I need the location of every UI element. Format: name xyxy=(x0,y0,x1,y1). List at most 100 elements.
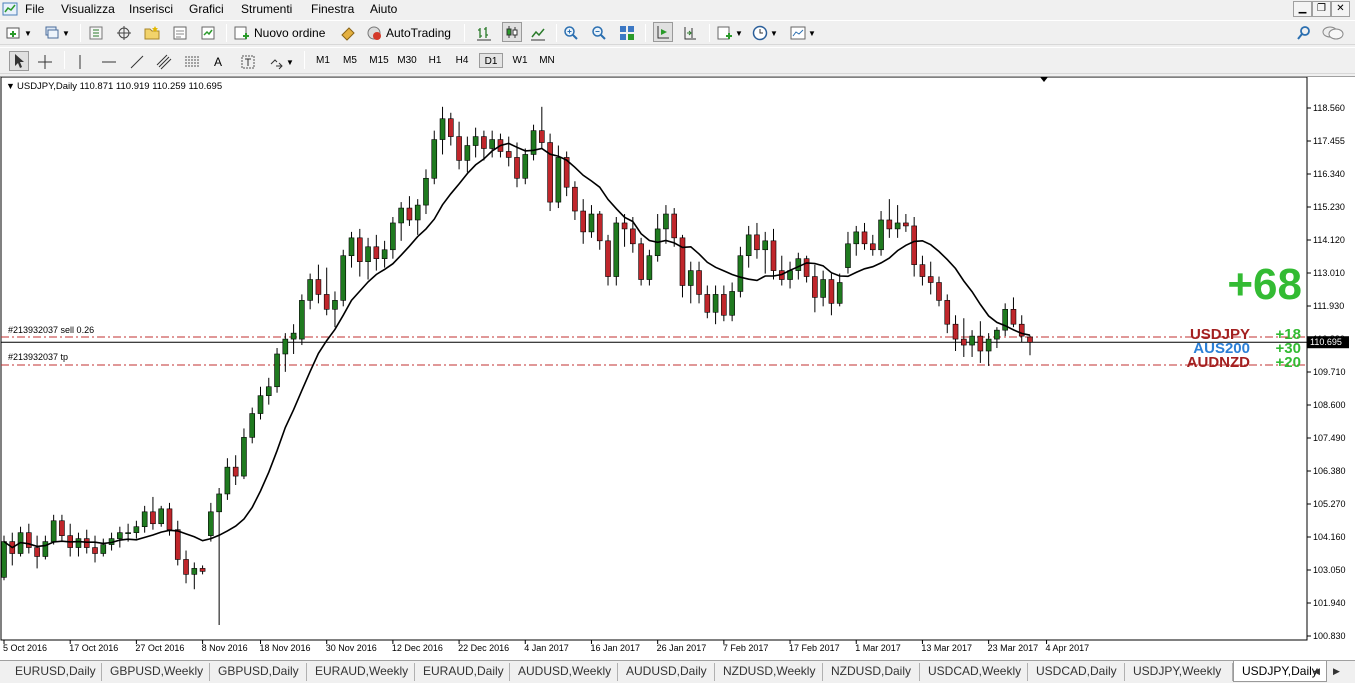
market-watch-icon xyxy=(89,26,103,40)
symbol-profit-value: +20 xyxy=(1276,354,1301,371)
bar-chart-icon xyxy=(477,27,491,41)
autotrading-button[interactable]: AutoTrading xyxy=(366,23,451,43)
metaeditor-button[interactable] xyxy=(340,23,356,43)
tile-windows-button[interactable] xyxy=(619,23,635,43)
chart-header-arrow-icon: ▼ xyxy=(6,81,15,91)
profiles-button[interactable]: ▼ xyxy=(44,23,70,43)
menu-tools[interactable]: Strumenti xyxy=(241,2,292,16)
chart-tab[interactable]: AUDUSD,Daily xyxy=(618,663,715,681)
text-tool[interactable]: A xyxy=(214,52,222,72)
tab-scroll-right-icon[interactable]: ▶ xyxy=(1333,663,1340,681)
new-order-icon xyxy=(234,26,249,40)
chart-tab[interactable]: EURUSD,Daily xyxy=(7,663,102,681)
tp-line-label: #213932037 tp xyxy=(8,352,68,362)
chart-tab[interactable]: EURAUD,Weekly xyxy=(307,663,415,681)
metaeditor-icon xyxy=(341,27,355,41)
chart-header: USDJPY,Daily 110.871 110.919 110.259 110… xyxy=(17,81,222,92)
price-tick-label: 113.010 xyxy=(1313,268,1345,278)
date-tick-label: 17 Feb 2017 xyxy=(789,643,840,653)
market-watch-button[interactable] xyxy=(88,23,104,43)
menu-window[interactable]: Finestra xyxy=(311,2,354,16)
timeframe-d1[interactable]: D1 xyxy=(479,53,503,68)
dropdown-arrow-icon: ▼ xyxy=(286,57,294,67)
timeframe-mn[interactable]: MN xyxy=(535,53,559,68)
chart-tab[interactable]: EURAUD,Daily xyxy=(415,663,510,681)
chart-tab[interactable]: AUDUSD,Weekly xyxy=(510,663,618,681)
menu-help[interactable]: Aiuto xyxy=(370,2,397,16)
text-label-tool[interactable] xyxy=(240,52,256,72)
horizontal-line-tool[interactable] xyxy=(101,52,117,72)
symbol-profit-name: AUDNZD xyxy=(1187,354,1250,371)
auto-scroll-button[interactable] xyxy=(653,22,673,42)
candlestick-button[interactable] xyxy=(502,22,522,42)
bar-chart-button[interactable] xyxy=(476,23,492,43)
equidistant-channel-tool[interactable] xyxy=(156,52,172,72)
chart-tab[interactable]: NZDUSD,Daily xyxy=(823,663,920,681)
search-button[interactable] xyxy=(1296,23,1312,43)
new-order-button[interactable]: Nuovo ordine xyxy=(234,23,325,43)
date-tick-label: 4 Jan 2017 xyxy=(524,643,569,653)
autotrading-label: AutoTrading xyxy=(386,26,451,40)
new-chart-button[interactable]: ▼ xyxy=(6,23,32,43)
chart-tab[interactable]: NZDUSD,Weekly xyxy=(715,663,823,681)
candlestick-icon xyxy=(506,26,518,38)
price-chart[interactable]: 118.560 117.455 116.340 115.230 114.120 113.0… xyxy=(0,77,1355,661)
chart-tab[interactable]: GBPUSD,Daily xyxy=(210,663,307,681)
date-tick-label: 7 Feb 2017 xyxy=(723,643,769,653)
order-line-label: #213932037 sell 0.26 xyxy=(8,325,94,335)
tab-scroll-left-icon[interactable]: ◀ xyxy=(1313,663,1320,681)
navigator-button[interactable] xyxy=(144,23,160,43)
close-button[interactable]: ✕ xyxy=(1331,1,1350,17)
chart-tab[interactable]: USDCAD,Weekly xyxy=(920,663,1028,681)
cursor-tool[interactable] xyxy=(9,51,29,71)
timeframe-h1[interactable]: H1 xyxy=(423,53,447,68)
restore-button[interactable]: ❐ xyxy=(1312,1,1331,17)
date-tick-label: 22 Dec 2016 xyxy=(458,643,509,653)
price-tick-label: 107.490 xyxy=(1313,433,1346,443)
timeframe-m15[interactable]: M15 xyxy=(366,53,392,68)
templates-button[interactable]: ▼ xyxy=(790,23,816,43)
line-chart-button[interactable] xyxy=(530,23,546,43)
menu-bar: File Visualizza Inserisci Grafici Strume… xyxy=(0,0,1355,18)
current-price-label: 110.695 xyxy=(1310,337,1342,347)
line-chart-icon xyxy=(531,28,545,41)
timeframe-h4[interactable]: H4 xyxy=(450,53,474,68)
terminal-button[interactable] xyxy=(172,23,188,43)
text-a-icon: A xyxy=(214,55,223,69)
arrows-tool[interactable]: ▼ xyxy=(268,52,294,72)
fibonacci-tool[interactable] xyxy=(184,52,200,72)
tester-icon xyxy=(201,26,215,40)
chart-shift-button[interactable] xyxy=(682,23,698,43)
trendline-tool[interactable] xyxy=(129,52,145,72)
periods-button[interactable]: ▼ xyxy=(752,23,778,43)
date-tick-label: 27 Oct 2016 xyxy=(135,643,184,653)
data-window-button[interactable] xyxy=(116,23,132,43)
chart-tab[interactable]: USDJPY,Weekly xyxy=(1125,663,1233,681)
zoom-out-button[interactable] xyxy=(591,23,607,43)
indicators-button[interactable]: ▼ xyxy=(717,23,743,43)
zoom-in-button[interactable] xyxy=(563,23,579,43)
menu-charts[interactable]: Grafici xyxy=(189,2,224,16)
timeframe-m1[interactable]: M1 xyxy=(311,53,335,68)
menu-insert[interactable]: Inserisci xyxy=(129,2,173,16)
crosshair-tool[interactable] xyxy=(37,52,53,72)
price-tick-label: 116.340 xyxy=(1313,169,1345,179)
timeframe-m5[interactable]: M5 xyxy=(338,53,362,68)
vertical-line-tool[interactable] xyxy=(72,52,88,72)
menu-view[interactable]: Visualizza xyxy=(61,2,115,16)
chart-tab[interactable]: USDCAD,Daily xyxy=(1028,663,1125,681)
folder-star-icon xyxy=(144,26,160,40)
chart-window[interactable]: 118.560 117.455 116.340 115.230 114.120 113.0… xyxy=(0,76,1355,660)
chat-button[interactable] xyxy=(1322,23,1344,43)
price-tick-label: 109.710 xyxy=(1313,367,1346,377)
price-tick-label: 108.600 xyxy=(1313,400,1346,410)
timeframe-w1[interactable]: W1 xyxy=(508,53,532,68)
timeframe-m30[interactable]: M30 xyxy=(394,53,420,68)
chart-tab[interactable]: GBPUSD,Weekly xyxy=(102,663,210,681)
strategy-tester-button[interactable] xyxy=(200,23,216,43)
menu-file[interactable]: File xyxy=(25,2,44,16)
horizontal-line-icon xyxy=(102,61,116,63)
minimize-button[interactable]: ▁ xyxy=(1293,1,1312,17)
price-tick-label: 104.160 xyxy=(1313,532,1346,542)
app-chart-icon[interactable] xyxy=(2,1,18,17)
